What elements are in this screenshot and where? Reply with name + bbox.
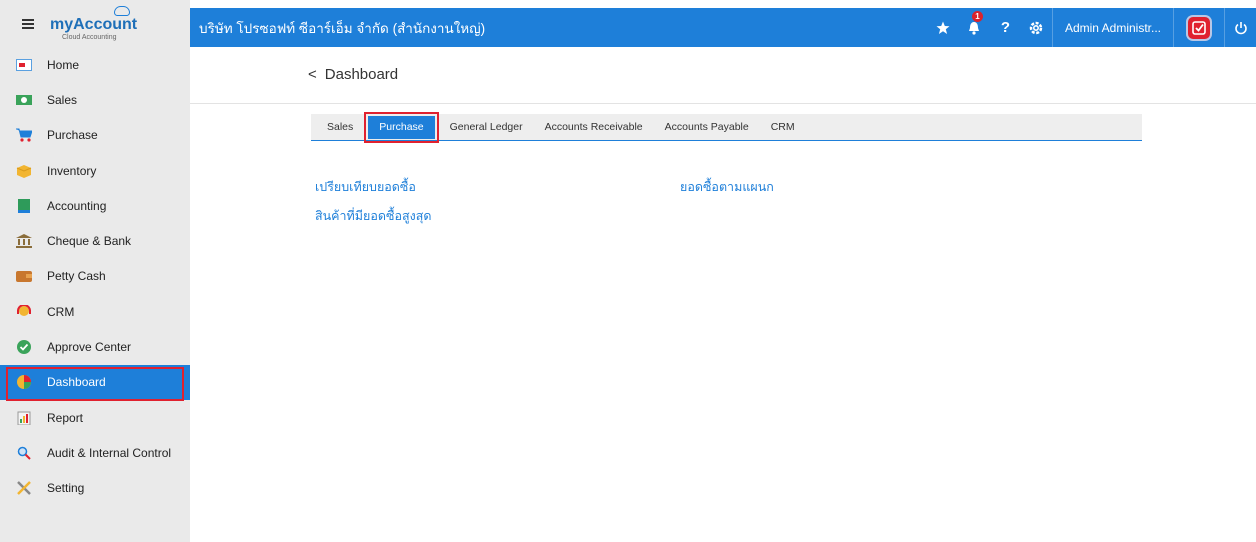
breadcrumb: < Dashboard <box>308 66 398 83</box>
sidebar-item-label: Purchase <box>47 128 98 143</box>
money-icon <box>15 93 33 107</box>
sidebar-item-label: Cheque & Bank <box>47 234 132 249</box>
logo-text: myAccount <box>50 15 138 33</box>
sidebar-item-petty-cash[interactable]: Petty Cash <box>0 259 190 294</box>
company-name[interactable]: บริษัท โปรซอฟท์ ซีอาร์เอ็ม จำกัด (สำนักง… <box>190 17 928 39</box>
cart-icon <box>15 128 33 142</box>
sidebar-item-inventory[interactable]: Inventory <box>0 153 190 188</box>
pie-chart-icon <box>15 375 33 390</box>
cloud-icon <box>114 5 130 16</box>
wallet-icon <box>15 269 33 283</box>
magnifier-icon <box>15 446 33 460</box>
sidebar-item-purchase[interactable]: Purchase <box>0 118 190 153</box>
sidebar-item-setting[interactable]: Setting <box>0 471 190 506</box>
favorite-star-icon[interactable] <box>928 8 959 47</box>
header-divider <box>190 103 1256 104</box>
menu-icon[interactable] <box>22 18 34 29</box>
sidebar: myAccount Cloud Accounting Home Sales Pu… <box>0 0 190 542</box>
sidebar-item-sales[interactable]: Sales <box>0 82 190 117</box>
sidebar-item-label: Petty Cash <box>47 269 106 284</box>
divider <box>1173 8 1174 47</box>
sidebar-item-label: Setting <box>47 481 85 496</box>
sidebar-item-home[interactable]: Home <box>0 47 190 82</box>
box-icon <box>15 164 33 178</box>
sidebar-item-label: Inventory <box>47 163 97 178</box>
sidebar-item-approve-center[interactable]: Approve Center <box>0 329 190 364</box>
link-purchase-by-department[interactable]: ยอดซื้อตามแผนก <box>680 177 774 197</box>
sidebar-item-label: Accounting <box>47 198 107 213</box>
tab-general-ledger[interactable]: General Ledger <box>439 114 534 141</box>
link-compare-purchase[interactable]: เปรียบเทียบยอดซื้อ <box>315 177 416 197</box>
sidebar-item-label: Report <box>47 410 84 425</box>
home-icon <box>15 58 33 72</box>
help-icon[interactable]: ? <box>990 8 1021 47</box>
user-menu[interactable]: Admin Administr... <box>1053 8 1173 47</box>
sidebar-nav: Home Sales Purchase Inventory Accounting <box>0 47 190 506</box>
notification-bell-icon[interactable]: 1 <box>959 8 990 47</box>
gear-icon[interactable] <box>1021 8 1052 47</box>
top-bar: บริษัท โปรซอฟท์ ซีอาร์เอ็ม จำกัด (สำนักง… <box>190 8 1256 47</box>
crm-user-icon <box>15 304 33 319</box>
tab-accounts-payable[interactable]: Accounts Payable <box>654 114 760 141</box>
sidebar-item-label: CRM <box>47 304 75 319</box>
sidebar-header: myAccount Cloud Accounting <box>0 0 190 47</box>
sidebar-item-audit[interactable]: Audit & Internal Control <box>0 435 190 470</box>
sidebar-item-dashboard[interactable]: Dashboard <box>0 364 190 401</box>
page-title: Dashboard <box>324 66 399 83</box>
tab-sales[interactable]: Sales <box>311 114 364 141</box>
sidebar-item-label: Audit & Internal Control <box>47 445 172 460</box>
sidebar-item-label: Home <box>47 57 80 72</box>
sidebar-item-cheque-bank[interactable]: Cheque & Bank <box>0 223 190 258</box>
sidebar-item-label: Dashboard <box>47 375 106 390</box>
sidebar-item-crm[interactable]: CRM <box>0 294 190 329</box>
tab-accounts-receivable[interactable]: Accounts Receivable <box>534 114 654 141</box>
dashboard-tabs: Sales Purchase General Ledger Accounts R… <box>311 111 1142 143</box>
back-chevron-icon[interactable]: < <box>308 66 317 83</box>
sidebar-item-label: Sales <box>47 92 78 107</box>
check-circle-icon <box>15 340 33 355</box>
app-switch-icon[interactable] <box>1188 16 1210 39</box>
sidebar-item-accounting[interactable]: Accounting <box>0 188 190 223</box>
notification-badge: 1 <box>971 11 983 22</box>
bank-icon <box>15 234 33 249</box>
power-icon[interactable] <box>1225 8 1256 47</box>
report-icon <box>15 411 33 425</box>
tab-purchase[interactable]: Purchase <box>364 111 439 143</box>
tools-icon <box>15 481 33 496</box>
link-top-products[interactable]: สินค้าที่มียอดซื้อสูงสุด <box>315 206 431 226</box>
logo-subtitle: Cloud Accounting <box>62 33 117 41</box>
sidebar-item-label: Approve Center <box>47 340 132 355</box>
book-icon <box>15 198 33 213</box>
sidebar-item-report[interactable]: Report <box>0 400 190 435</box>
tab-crm[interactable]: CRM <box>760 114 806 141</box>
app-logo[interactable]: myAccount Cloud Accounting <box>50 4 170 44</box>
